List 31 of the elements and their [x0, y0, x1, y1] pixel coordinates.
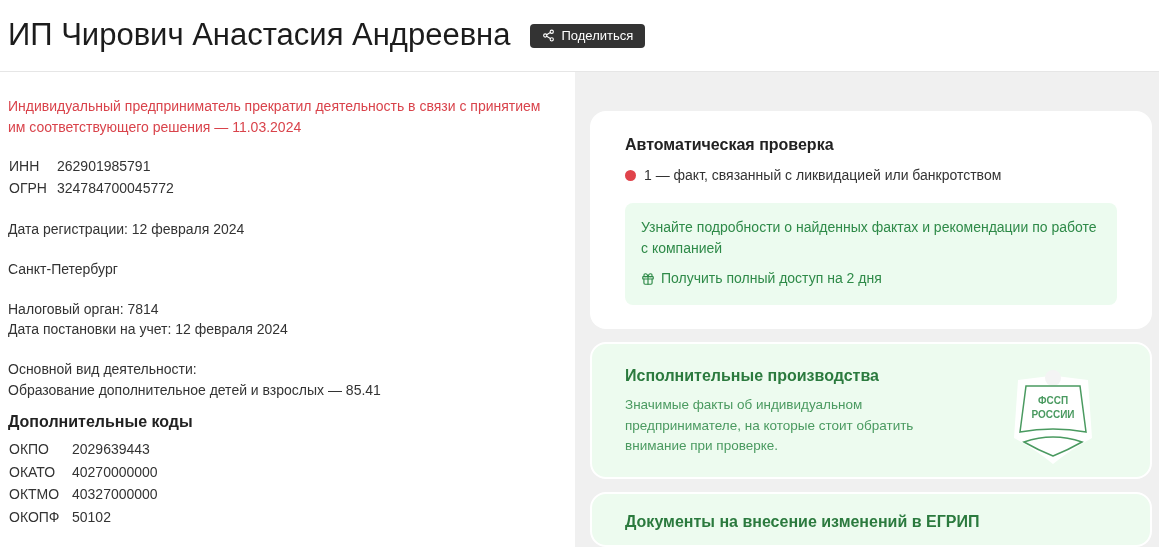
status-notice: Индивидуальный предприниматель прекратил деятельность в связи с принятием им соответствующего решения — 11.03.2024: [8, 97, 542, 137]
code-value: 40327000000: [72, 485, 158, 504]
code-value: 40270000000: [72, 462, 158, 482]
registration-date: Дата регистрации: 12 февраля 2024: [8, 220, 246, 239]
access-link[interactable]: Получить полный доступ на 2 дня: [641, 268, 882, 289]
field-value: 324784700045772: [57, 179, 174, 198]
field-label: ИНН: [8, 157, 41, 176]
code-label: ОКАТО: [8, 462, 57, 482]
code-label: ОКПО: [8, 440, 50, 459]
code-label: ОКОПФ: [8, 507, 61, 527]
field-value: 262901985791: [57, 157, 151, 176]
gift-icon: [641, 271, 655, 286]
code-value: 50102: [72, 507, 111, 527]
tax-info: Налоговый орган: 7814: [8, 300, 160, 319]
card-title: Автоматическая проверка: [625, 135, 835, 155]
page-title: ИП Чирович Анастасия Андреевна: [8, 16, 511, 55]
activity-info: Образование дополнительное детей и взрослых — 85.41: [8, 381, 382, 400]
card-title: Исполнительные производства: [625, 366, 880, 386]
card-title: Документы на внесение изменений в ЕГРИП: [625, 512, 981, 533]
city: Санкт-Петербург: [8, 260, 119, 279]
code-value: 2029639443: [72, 440, 150, 459]
fact-text: 1 — факт, связанный с ликвидацией или банкротством: [644, 166, 1002, 185]
card-text: Значимые факты об индивидуальном предпринимателе, на которые стоит обратить внимание при проверке.: [625, 396, 915, 455]
code-label: ОКТМО: [8, 485, 61, 504]
activity-info: Основной вид деятельности:: [8, 360, 198, 379]
field-label: ОГРН: [8, 179, 48, 198]
promo-text: Узнайте подробности о найденных фактах и рекомендации по работе с компанией: [641, 218, 1098, 258]
share-button[interactable]: Поделиться: [530, 23, 646, 48]
share-icon: [542, 29, 556, 42]
tax-info: Дата постановки на учет: 12 февраля 2024: [8, 320, 289, 339]
section-title: Дополнительные коды: [8, 412, 194, 432]
